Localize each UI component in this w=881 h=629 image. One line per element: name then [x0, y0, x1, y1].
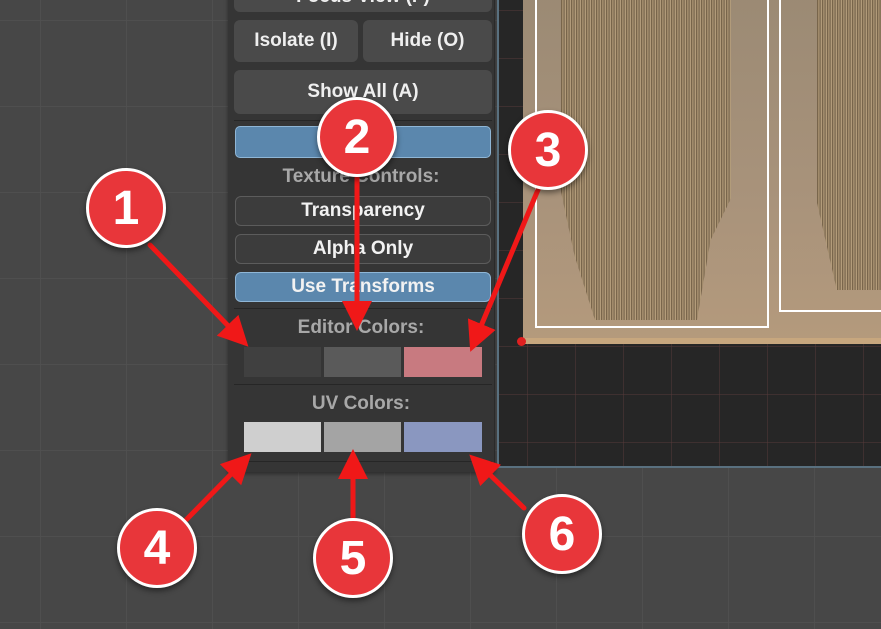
arrow-3: [467, 182, 543, 352]
annotation-marker-3: 3: [508, 110, 588, 190]
arrow-1: [147, 242, 249, 347]
arrow-6: [469, 454, 527, 511]
annotation-marker-5: 5: [313, 518, 393, 598]
annotation-marker-1: 1: [86, 168, 166, 248]
annotation-marker-4: 4: [117, 508, 197, 588]
arrow-4: [183, 453, 252, 523]
annotation-marker-6: 6: [522, 494, 602, 574]
annotation-marker-2: 2: [317, 97, 397, 177]
